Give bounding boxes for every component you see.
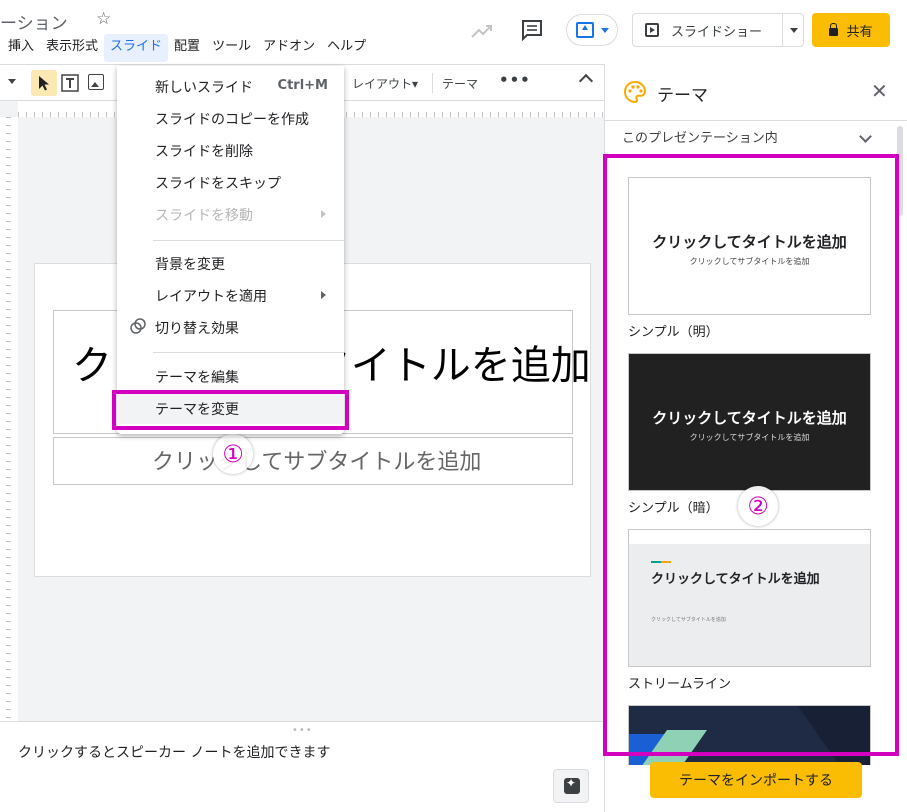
- more-options-icon[interactable]: •••: [499, 71, 531, 89]
- theme-scope-dropdown[interactable]: このプレゼンテーション内: [622, 127, 778, 146]
- share-button[interactable]: 共有: [812, 13, 890, 47]
- star-icon[interactable]: ☆: [96, 9, 111, 29]
- menu-addons[interactable]: アドオン: [257, 34, 321, 62]
- panel-title: テーマ: [657, 86, 708, 106]
- shortcut-label: Ctrl+M: [277, 78, 328, 93]
- menu-divider: [153, 352, 344, 353]
- toolbar-chevron-down-icon[interactable]: [8, 79, 16, 84]
- slideshow-dropdown-chevron-icon[interactable]: [790, 27, 798, 33]
- slideshow-button-group: スライドショー: [632, 13, 804, 47]
- slide-dropdown-menu: 新しいスライド Ctrl+M スライドのコピーを作成 スライドを削除 スライドを…: [117, 66, 344, 434]
- menu-item-duplicate-slide[interactable]: スライドのコピーを作成: [117, 102, 344, 134]
- chevron-down-icon[interactable]: [859, 130, 872, 143]
- menu-item-new-slide[interactable]: 新しいスライド Ctrl+M: [117, 70, 344, 102]
- present-to-meeting-button[interactable]: [566, 14, 618, 46]
- menu-item-transition[interactable]: 切り替え効果: [117, 311, 344, 343]
- menu-item-move-slide: スライドを移動: [117, 198, 344, 230]
- menu-divider: [153, 240, 344, 241]
- menu-slide[interactable]: スライド: [104, 34, 169, 62]
- activity-trend-icon[interactable]: [470, 20, 494, 42]
- document-title[interactable]: ーション: [0, 9, 68, 34]
- panel-divider: [605, 120, 907, 121]
- step-2-marker: ②: [738, 486, 778, 526]
- menu-help[interactable]: ヘルプ: [321, 34, 372, 62]
- toolbar-divider: [432, 73, 433, 93]
- menu-item-apply-layout[interactable]: レイアウトを適用: [117, 279, 344, 311]
- highlight-theme-list: [603, 154, 899, 756]
- step-1-marker: ①: [213, 434, 253, 474]
- menu-tools[interactable]: ツール: [206, 34, 257, 62]
- layout-dropdown[interactable]: レイアウト▾: [352, 75, 418, 92]
- palette-icon: [623, 80, 647, 104]
- collapse-chevron-up-icon[interactable]: [578, 73, 594, 89]
- lock-icon: [829, 23, 839, 36]
- import-theme-button[interactable]: テーマをインポートする: [650, 762, 862, 798]
- highlight-change-theme: [112, 390, 349, 430]
- insert-image-icon[interactable]: [88, 74, 104, 90]
- vertical-ruler: [0, 117, 18, 721]
- submenu-arrow-icon: [321, 210, 326, 218]
- cursor-arrow-icon: [39, 76, 49, 91]
- menu-insert[interactable]: 挿入: [2, 34, 40, 62]
- menu-bar: 挿入 表示形式 スライド 配置 ツール アドオン ヘルプ: [2, 34, 372, 62]
- share-label: 共有: [846, 24, 873, 40]
- speaker-notes-pane[interactable]: ••• クリックするとスピーカー ノートを追加できます: [0, 721, 604, 812]
- upload-screen-icon: [576, 22, 594, 38]
- text-box-icon[interactable]: [60, 73, 80, 93]
- slide-subtitle-text: クリックしてサブタイトルを追加: [152, 450, 482, 475]
- menu-item-delete-slide[interactable]: スライドを削除: [117, 134, 344, 166]
- select-tool-button[interactable]: [31, 70, 57, 96]
- menu-arrange[interactable]: 配置: [168, 34, 206, 62]
- play-icon: [645, 23, 659, 37]
- notes-resize-handle[interactable]: •••: [292, 725, 313, 736]
- menu-item-edit-theme[interactable]: テーマを編集: [117, 360, 344, 392]
- submenu-arrow-icon: [321, 291, 326, 299]
- menu-item-change-background[interactable]: 背景を変更: [117, 247, 344, 279]
- chevron-down-icon: [601, 28, 609, 33]
- speaker-notes-placeholder[interactable]: クリックするとスピーカー ノートを追加できます: [18, 742, 330, 762]
- slideshow-label: スライドショー: [671, 24, 763, 40]
- explore-icon[interactable]: [553, 769, 589, 803]
- comment-icon[interactable]: [520, 18, 544, 42]
- subtitle-placeholder-box[interactable]: クリックしてサブタイトルを追加: [53, 437, 573, 485]
- menu-format[interactable]: 表示形式: [40, 34, 104, 62]
- app-header: ーション ☆ 挿入 表示形式 スライド 配置 ツール アドオン ヘルプ スライド…: [0, 0, 907, 64]
- close-icon[interactable]: ✕: [871, 79, 888, 103]
- transition-icon: [130, 318, 146, 334]
- menu-item-skip-slide[interactable]: スライドをスキップ: [117, 166, 344, 198]
- slideshow-button[interactable]: スライドショー: [633, 14, 783, 46]
- theme-button[interactable]: テーマ: [442, 75, 478, 92]
